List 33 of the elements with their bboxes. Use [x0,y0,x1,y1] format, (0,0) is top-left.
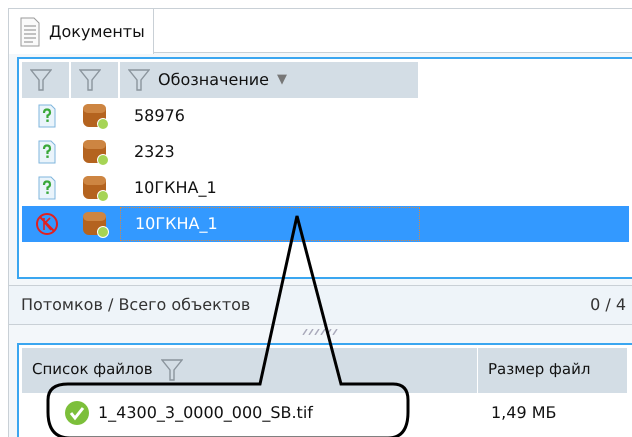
file-size: 1,49 МБ [491,403,556,422]
table-row[interactable]: 2323 [22,134,629,170]
splitter-grip[interactable] [300,329,340,335]
table-row[interactable]: 1_4300_3_0000_000_SB.tif 1,49 МБ [22,393,629,433]
unknown-document-icon [38,176,56,200]
cell-text: 2323 [134,141,175,163]
folder-icon [82,210,110,238]
cell-text: 10ГКНА_1 [135,213,218,235]
document-icon [19,16,41,46]
folder-icon [82,138,110,166]
column-header[interactable] [22,62,69,98]
object-count: 0 / 4 [590,294,626,316]
column-header: Обозначение [158,69,270,91]
check-icon [64,400,90,426]
column-header[interactable] [71,62,118,98]
sort-indicator: ▼ [277,71,288,90]
unknown-document-icon [38,104,56,128]
cell-text: 10ГКНА_1 [134,177,217,199]
prohibited-icon [34,212,58,236]
folder-icon [82,174,110,202]
folder-icon [82,102,110,130]
table-row[interactable]: 58976 [22,98,629,134]
cell-text: 58976 [134,105,185,127]
file-name: 1_4300_3_0000_000_SB.tif [98,402,313,424]
unknown-document-icon [38,140,56,164]
filter-icon[interactable] [79,68,101,92]
filter-icon[interactable] [160,358,183,382]
tab[interactable]: Документы [9,9,154,54]
filter-icon[interactable] [128,68,150,92]
filter-icon[interactable] [30,68,52,92]
table-row[interactable]: 10ГКНА_1 [22,170,629,206]
column-header[interactable]: Список файлов [32,358,153,380]
status-label: Потомков / Всего объектов [21,294,250,316]
